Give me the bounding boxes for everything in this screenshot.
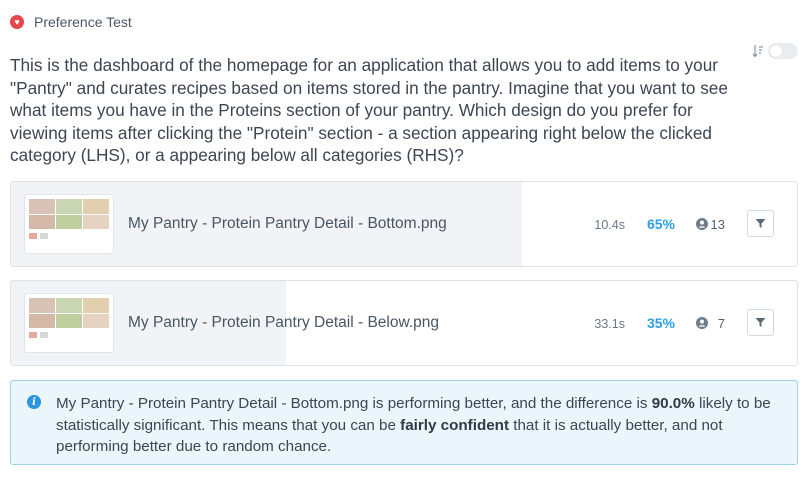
preference-percentage: 65% (646, 216, 675, 232)
user-icon (696, 317, 708, 329)
toggle-knob (770, 45, 782, 57)
filter-button[interactable] (747, 210, 774, 237)
respondent-count: 13 (710, 217, 725, 232)
test-type-label: Preference Test (34, 14, 132, 30)
preference-percentage: 35% (646, 315, 675, 331)
filter-icon (755, 318, 766, 327)
result-row[interactable]: My Pantry - Protein Pantry Detail - Belo… (10, 280, 798, 366)
design-thumbnail[interactable] (24, 194, 114, 254)
test-type-header: ♥ Preference Test (10, 12, 132, 32)
sort-toggle[interactable] (768, 43, 798, 59)
design-file-name: My Pantry - Protein Pantry Detail - Bott… (128, 215, 447, 232)
filter-button[interactable] (747, 309, 774, 336)
average-time: 10.4s (594, 218, 625, 232)
info-icon: i (27, 395, 41, 409)
filter-icon (755, 219, 766, 228)
design-thumbnail[interactable] (24, 293, 114, 353)
user-icon (696, 218, 708, 230)
significance-info-box: i My Pantry - Protein Pantry Detail - Bo… (10, 380, 798, 465)
difference-value: 90.0% (651, 395, 695, 412)
heart-icon: ♥ (10, 15, 24, 29)
sort-descending-icon[interactable] (752, 44, 764, 58)
significance-message: My Pantry - Protein Pantry Detail - Bott… (56, 395, 771, 455)
question-text: This is the dashboard of the homepage fo… (10, 55, 728, 166)
respondent-count: 7 (717, 316, 725, 331)
confidence-level: fairly confident (400, 416, 509, 434)
average-time: 33.1s (594, 317, 625, 331)
result-row[interactable]: My Pantry - Protein Pantry Detail - Bott… (10, 181, 798, 267)
design-file-name: My Pantry - Protein Pantry Detail - Belo… (128, 314, 439, 331)
